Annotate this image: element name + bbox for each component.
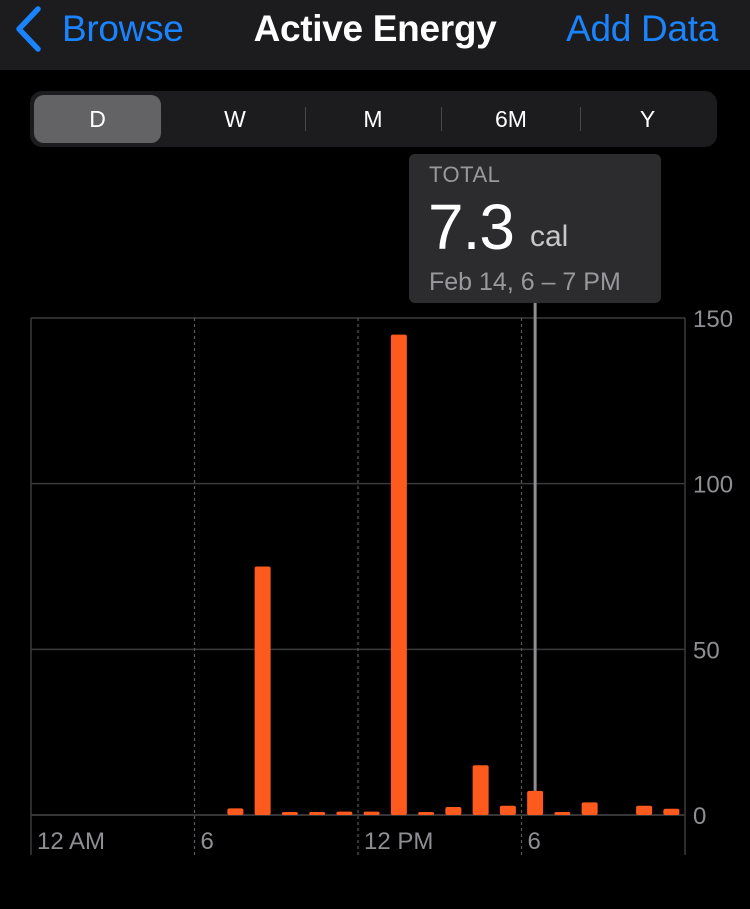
x-tick-label: 12 AM bbox=[37, 828, 105, 855]
x-tick-label: 12 PM bbox=[364, 828, 433, 855]
bar-hour-22[interactable] bbox=[636, 805, 653, 815]
segment-divider bbox=[441, 107, 442, 131]
bar-hour-23[interactable] bbox=[663, 808, 680, 815]
segment-week[interactable]: W bbox=[169, 95, 301, 143]
segment-divider bbox=[305, 107, 306, 131]
selection-tooltip: TOTAL 7.3 cal Feb 14, 6 – 7 PM bbox=[409, 154, 661, 303]
bar-hour-16[interactable] bbox=[472, 765, 489, 815]
x-tick-label: 6 bbox=[201, 828, 214, 855]
time-range-segmented-control: D W M 6M Y bbox=[30, 91, 717, 147]
segment-divider bbox=[580, 107, 581, 131]
bar-hour-19[interactable] bbox=[554, 812, 571, 815]
y-tick-label: 100 bbox=[693, 472, 733, 499]
bar-hour-18[interactable] bbox=[527, 790, 544, 815]
tooltip-unit: cal bbox=[530, 220, 569, 253]
bar-hour-7[interactable] bbox=[227, 808, 244, 815]
bar-hour-14[interactable] bbox=[418, 812, 435, 815]
x-tick-label: 6 bbox=[528, 828, 541, 855]
y-tick-label: 50 bbox=[693, 637, 720, 664]
chevron-left-icon bbox=[16, 6, 41, 52]
tooltip-value: 7.3 bbox=[428, 191, 515, 263]
bar-hour-12[interactable] bbox=[363, 811, 380, 815]
y-tick-label: 0 bbox=[693, 803, 706, 830]
tooltip-label: TOTAL bbox=[429, 162, 501, 187]
bar-hour-10[interactable] bbox=[309, 812, 326, 815]
bar-hour-17[interactable] bbox=[499, 805, 516, 815]
add-data-button[interactable]: Add Data bbox=[566, 6, 718, 52]
navigation-bar: Browse Active Energy Add Data bbox=[0, 0, 750, 70]
bar-hour-20[interactable] bbox=[581, 802, 598, 815]
bar-hour-9[interactable] bbox=[281, 812, 298, 815]
active-energy-bar-chart[interactable]: 0 50 100 150 12 AM 6 12 PM 6 bbox=[0, 300, 750, 880]
back-button-label: Browse bbox=[62, 8, 184, 49]
bar-hour-8[interactable] bbox=[254, 566, 271, 816]
bar-hour-15[interactable] bbox=[445, 807, 462, 815]
segment-day[interactable]: D bbox=[34, 95, 161, 143]
bar-hour-11[interactable] bbox=[336, 811, 353, 815]
segment-six-months[interactable]: 6M bbox=[444, 95, 578, 143]
y-tick-label: 150 bbox=[693, 306, 733, 333]
tooltip-time-range: Feb 14, 6 – 7 PM bbox=[429, 268, 621, 296]
segment-month[interactable]: M bbox=[307, 95, 439, 143]
segment-year[interactable]: Y bbox=[582, 95, 713, 143]
back-button[interactable]: Browse bbox=[14, 6, 184, 52]
bar-hour-13[interactable] bbox=[390, 334, 407, 815]
